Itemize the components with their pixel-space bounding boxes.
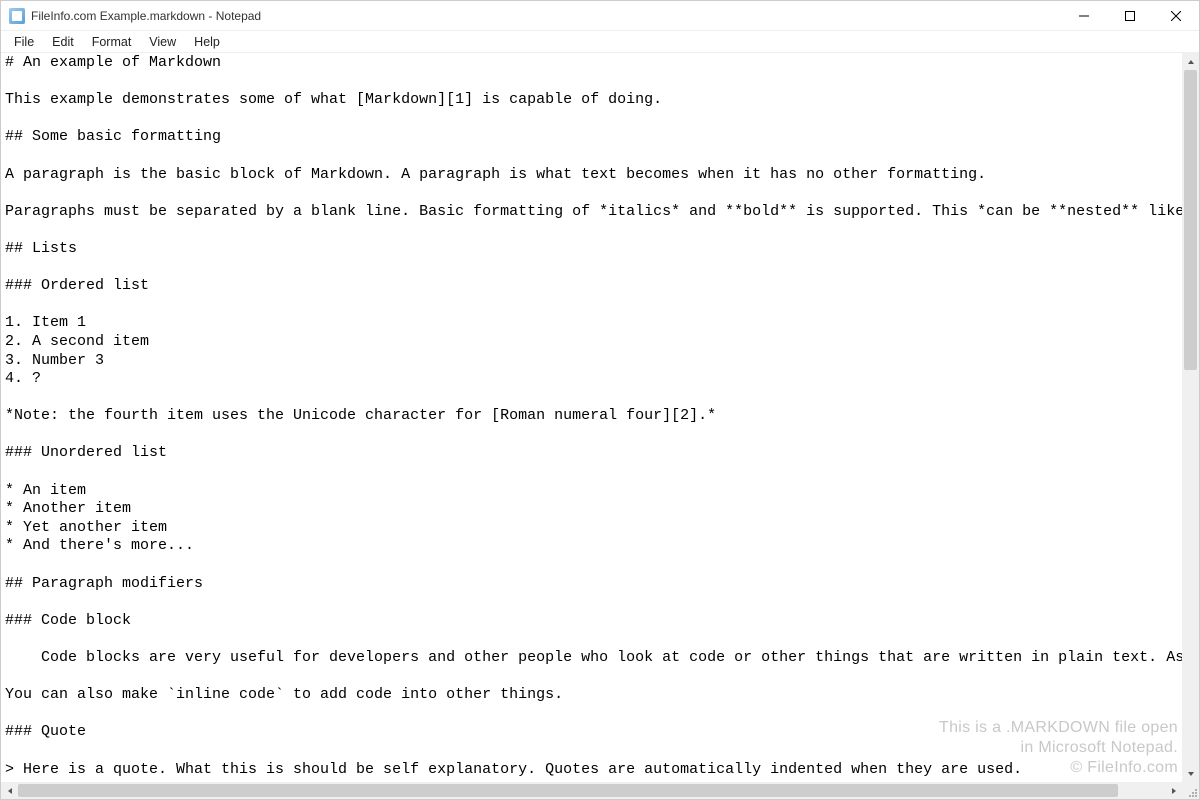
notepad-icon	[9, 8, 25, 24]
maximize-icon	[1125, 11, 1135, 21]
menu-format[interactable]: Format	[83, 33, 141, 51]
chevron-left-icon	[6, 787, 14, 795]
editor-body: # An example of Markdown This example de…	[1, 53, 1199, 782]
resize-grip-icon	[1186, 786, 1198, 798]
chevron-right-icon	[1170, 787, 1178, 795]
horizontal-scrollbar[interactable]	[1, 782, 1182, 799]
notepad-window: FileInfo.com Example.markdown - Notepad …	[0, 0, 1200, 800]
chevron-down-icon	[1187, 770, 1195, 778]
menu-bar: File Edit Format View Help	[1, 31, 1199, 53]
horizontal-scroll-thumb[interactable]	[18, 784, 1118, 797]
vertical-scroll-track[interactable]	[1182, 70, 1199, 765]
close-button[interactable]	[1153, 1, 1199, 31]
maximize-button[interactable]	[1107, 1, 1153, 31]
scroll-right-button[interactable]	[1165, 782, 1182, 799]
minimize-button[interactable]	[1061, 1, 1107, 31]
window-title: FileInfo.com Example.markdown - Notepad	[31, 9, 261, 23]
scroll-up-button[interactable]	[1182, 53, 1199, 70]
vertical-scrollbar[interactable]	[1182, 53, 1199, 782]
scroll-down-button[interactable]	[1182, 765, 1199, 782]
vertical-scroll-thumb[interactable]	[1184, 70, 1197, 370]
text-editor[interactable]: # An example of Markdown This example de…	[1, 53, 1182, 782]
close-icon	[1171, 11, 1181, 21]
menu-help[interactable]: Help	[185, 33, 229, 51]
minimize-icon	[1079, 11, 1089, 21]
resize-grip[interactable]	[1182, 782, 1199, 799]
bottom-scroll-row	[1, 782, 1199, 799]
chevron-up-icon	[1187, 58, 1195, 66]
title-bar[interactable]: FileInfo.com Example.markdown - Notepad	[1, 1, 1199, 31]
horizontal-scroll-track[interactable]	[18, 782, 1165, 799]
menu-edit[interactable]: Edit	[43, 33, 83, 51]
scroll-left-button[interactable]	[1, 782, 18, 799]
menu-file[interactable]: File	[5, 33, 43, 51]
menu-view[interactable]: View	[140, 33, 185, 51]
